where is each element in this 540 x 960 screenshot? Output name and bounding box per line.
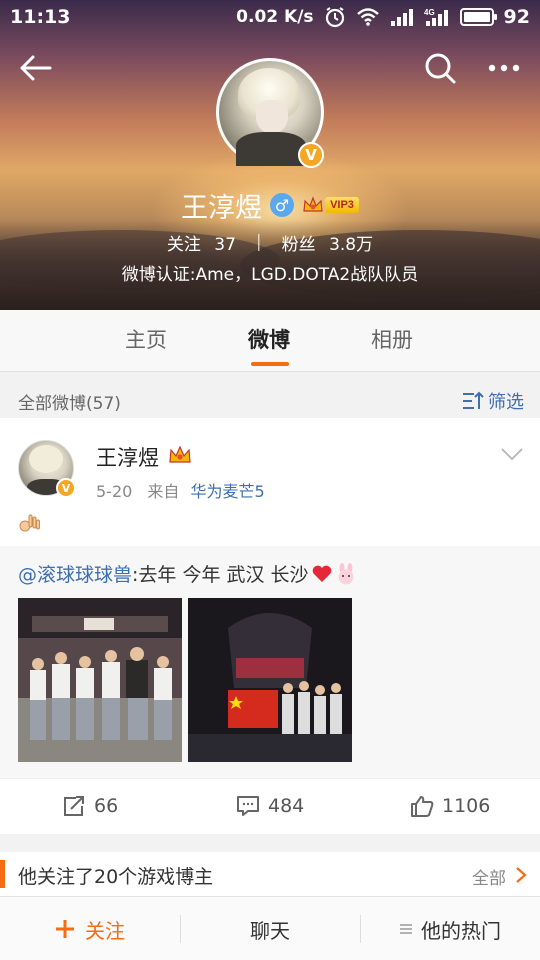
hot-posts-label: 他的热门 xyxy=(421,918,501,943)
promo-text: 他关注了20个游戏博主 xyxy=(18,866,214,888)
game-bloggers-promo[interactable]: 他关注了20个游戏博主 全部 xyxy=(0,852,540,896)
chevron-down-icon[interactable] xyxy=(500,446,524,462)
search-icon[interactable] xyxy=(420,50,460,86)
following-stat[interactable]: 关注 37 xyxy=(167,230,236,255)
male-icon: ♂ xyxy=(270,193,295,217)
followers-count: 3.8万 xyxy=(329,234,374,255)
bunny-emoji-icon xyxy=(338,562,354,584)
comment-count: 484 xyxy=(268,795,305,817)
signal-4g-icon: 4G xyxy=(424,8,448,26)
follow-stats: 关注 37 | 粉丝 3.8万 xyxy=(0,228,540,256)
post-card[interactable]: V 王淳煜 5-20 来自 华为麦芒5 xyxy=(0,418,540,546)
repost-body: :去年 今年 武汉 长沙 xyxy=(132,564,309,586)
vip-crown-icon xyxy=(303,196,323,212)
heart-emoji-icon xyxy=(312,565,331,582)
tab-home[interactable]: 主页 xyxy=(125,324,167,354)
more-icon[interactable] xyxy=(484,50,524,86)
comment-icon xyxy=(237,796,259,816)
plus-icon xyxy=(56,920,74,938)
chevron-right-icon[interactable] xyxy=(514,866,528,884)
tab-album[interactable]: 相册 xyxy=(371,324,413,354)
comment-button[interactable]: 484 xyxy=(236,795,304,817)
post-actions: 66 484 1106 xyxy=(0,778,540,834)
active-tab-indicator xyxy=(251,362,289,366)
repost-mention[interactable]: @滚球球球兽 xyxy=(18,560,132,587)
status-time: 11:13 xyxy=(10,6,71,28)
post-source-prefix: 来自 xyxy=(147,482,180,501)
following-label: 关注 xyxy=(166,234,201,255)
network-speed: 0.02 K/s xyxy=(236,7,314,27)
like-icon xyxy=(411,796,434,817)
username-row: 王淳煜 ♂ VIP3 xyxy=(0,186,540,224)
team-photo-2018 xyxy=(188,598,352,762)
alarm-icon xyxy=(325,7,344,28)
followers-label: 粉丝 xyxy=(281,234,316,255)
post-author-name[interactable]: 王淳煜 xyxy=(96,442,159,472)
promo-all-link[interactable]: 全部 xyxy=(472,864,506,889)
repost-content[interactable]: @滚球球球兽 :去年 今年 武汉 长沙 xyxy=(0,546,540,778)
following-count: 37 xyxy=(214,234,236,255)
followers-stat[interactable]: 粉丝 3.8万 xyxy=(282,230,373,255)
post-source[interactable]: 华为麦芒5 xyxy=(191,482,265,501)
ok-hand-emoji-icon xyxy=(19,514,40,532)
stat-divider: | xyxy=(255,232,262,252)
verification-text: 微博认证:Ame，LGD.DOTA2战队队员 xyxy=(121,265,419,285)
post-image-1[interactable] xyxy=(18,598,182,762)
filter-button[interactable]: 筛选 xyxy=(462,388,524,414)
battery-level: 92 xyxy=(503,6,530,28)
repost-count: 66 xyxy=(94,795,119,817)
profile-name: 王淳煜 xyxy=(181,192,263,224)
tab-weibo[interactable]: 微博 xyxy=(248,324,290,354)
back-arrow-icon[interactable] xyxy=(16,50,56,86)
filter-bar: 全部微博(57) 筛选 xyxy=(0,380,540,418)
filter-icon xyxy=(463,391,484,409)
svg-text:4G: 4G xyxy=(424,8,435,17)
all-weibo-count: 全部微博(57) xyxy=(18,394,121,414)
promo-accent-bar xyxy=(0,860,5,888)
repost-text: @滚球球球兽 :去年 今年 武汉 长沙 xyxy=(18,560,357,587)
vip-badge[interactable]: VIP3 xyxy=(302,195,359,215)
chat-button[interactable]: 聊天 xyxy=(180,897,360,960)
post-image-2[interactable] xyxy=(188,598,352,762)
like-button[interactable]: 1106 xyxy=(410,795,490,817)
status-bar: 11:13 0.02 K/s 4G 92 xyxy=(0,0,540,34)
profile-header: 11:13 0.02 K/s 4G 92 V 王淳煜 ♂ VIP3 关注 37 … xyxy=(0,0,540,310)
bottom-action-bar: 关注 聊天 他的热门 xyxy=(0,896,540,960)
vip-level-tag: VIP3 xyxy=(325,197,359,213)
vip-crown-icon xyxy=(169,445,191,463)
wifi-icon xyxy=(356,8,379,26)
battery-icon xyxy=(459,8,497,26)
follow-label: 关注 xyxy=(85,918,125,943)
filter-label: 筛选 xyxy=(488,392,524,413)
repost-icon xyxy=(64,796,84,816)
signal-icon xyxy=(390,9,413,26)
repost-button[interactable]: 66 xyxy=(62,795,118,817)
menu-lines-icon xyxy=(400,924,412,934)
verified-v-icon: V xyxy=(298,142,324,168)
profile-tabs: 主页 微博 相册 xyxy=(0,310,540,372)
hot-posts-button[interactable]: 他的热门 xyxy=(360,897,540,960)
chat-label: 聊天 xyxy=(250,918,290,943)
like-count: 1106 xyxy=(442,795,491,817)
post-date: 5-20 xyxy=(96,482,133,501)
post-meta: 5-20 来自 华为麦芒5 xyxy=(96,478,265,502)
follow-button[interactable]: 关注 xyxy=(0,897,180,960)
verified-v-icon: V xyxy=(56,478,76,498)
team-photo-2017 xyxy=(18,598,182,762)
profile-avatar[interactable]: V xyxy=(216,58,324,168)
